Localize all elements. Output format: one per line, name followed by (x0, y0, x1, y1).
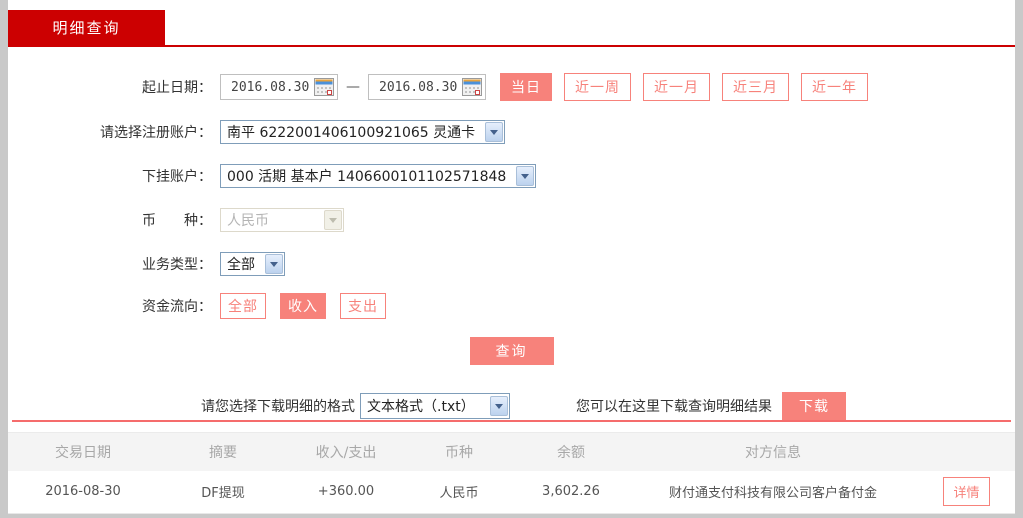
header-summary: 摘要 (158, 433, 288, 471)
download-format-select[interactable]: 文本格式（.txt） (360, 393, 510, 419)
business-type-value: 全部 (227, 254, 265, 274)
download-hint-text: 您可以在这里下载查询明细结果 (576, 396, 772, 416)
sub-account-row: 下挂账户： 000 活期 基本户 1406600101102571848 (8, 164, 1015, 188)
header-amount: 收入/支出 (288, 433, 404, 471)
query-form: 起止日期： — (8, 47, 1015, 420)
currency-select: 人民币 (220, 208, 344, 232)
fund-flow-row: 资金流向： 全部 收入 支出 (8, 293, 1015, 319)
results-table: 交易日期 摘要 收入/支出 币种 余额 对方信息 2016-08-30 DF提现… (8, 432, 1015, 514)
chevron-down-icon[interactable] (485, 122, 503, 142)
fund-flow-income-button[interactable]: 收入 (280, 293, 326, 319)
cell-currency: 人民币 (404, 471, 514, 514)
end-date-field[interactable] (368, 74, 486, 100)
sub-account-select[interactable]: 000 活期 基本户 1406600101102571848 (220, 164, 536, 188)
register-account-label: 请选择注册账户： (8, 122, 220, 142)
header-counterparty: 对方信息 (628, 433, 918, 471)
query-button[interactable]: 查询 (470, 337, 554, 365)
quick-range-today-button[interactable]: 当日 (500, 73, 552, 101)
calendar-icon[interactable] (462, 78, 482, 96)
header-action (918, 433, 1015, 471)
detail-button[interactable]: 详情 (943, 477, 989, 506)
query-row: 查询 (8, 337, 1015, 365)
fund-flow-label: 资金流向： (8, 296, 220, 316)
chevron-down-icon[interactable] (490, 396, 508, 416)
currency-row: 币 种： 人民币 (8, 208, 1015, 232)
fund-flow-all-button[interactable]: 全部 (220, 293, 266, 319)
date-range-dash: — (346, 79, 360, 95)
cell-trade-date: 2016-08-30 (8, 471, 158, 514)
end-date-input[interactable] (379, 80, 457, 95)
business-type-select[interactable]: 全部 (220, 252, 285, 276)
sub-account-value: 000 活期 基本户 1406600101102571848 (227, 166, 516, 186)
date-range-label: 起止日期： (8, 77, 220, 97)
register-account-row: 请选择注册账户： 南平 6222001406100921065 灵通卡 (8, 120, 1015, 144)
currency-value: 人民币 (227, 210, 279, 230)
currency-label: 币 种： (8, 210, 220, 230)
quick-range-quarter-button[interactable]: 近三月 (722, 73, 789, 101)
table-separator-line (12, 420, 1011, 422)
fund-flow-expense-button[interactable]: 支出 (340, 293, 386, 319)
start-date-input[interactable] (231, 80, 309, 95)
business-type-label: 业务类型： (8, 254, 220, 274)
tab-detail-query[interactable]: 明细查询 (8, 10, 165, 45)
quick-range-week-button[interactable]: 近一周 (564, 73, 631, 101)
register-account-select[interactable]: 南平 6222001406100921065 灵通卡 (220, 120, 505, 144)
header-trade-date: 交易日期 (8, 433, 158, 471)
table-header-row: 交易日期 摘要 收入/支出 币种 余额 对方信息 (8, 433, 1015, 471)
start-date-field[interactable] (220, 74, 338, 100)
chevron-down-icon[interactable] (265, 254, 283, 274)
header-currency: 币种 (404, 433, 514, 471)
cell-balance: 3,602.26 (514, 471, 628, 514)
cell-summary: DF提现 (158, 471, 288, 514)
tab-label: 明细查询 (52, 17, 120, 38)
download-button[interactable]: 下载 (782, 392, 846, 420)
sub-account-label: 下挂账户： (8, 166, 220, 186)
business-type-row: 业务类型： 全部 (8, 252, 1015, 276)
header-balance: 余额 (514, 433, 628, 471)
cell-amount: +360.00 (288, 471, 404, 514)
calendar-icon[interactable] (314, 78, 334, 96)
quick-range-year-button[interactable]: 近一年 (801, 73, 868, 101)
date-range-row: 起止日期： — (8, 73, 1015, 101)
cell-action: 详情 (918, 471, 1015, 514)
cell-counterparty: 财付通支付科技有限公司客户备付金 (628, 471, 918, 514)
download-format-label: 请您选择下载明细的格式 (201, 396, 355, 416)
chevron-down-icon (324, 210, 342, 230)
register-account-value: 南平 6222001406100921065 灵通卡 (227, 122, 485, 142)
quick-range-month-button[interactable]: 近一月 (643, 73, 710, 101)
download-row: 请您选择下载明细的格式 文本格式（.txt） 您可以在这里下载查询明细结果 下载 (8, 392, 1015, 420)
table-row: 2016-08-30 DF提现 +360.00 人民币 3,602.26 财付通… (8, 471, 1015, 514)
main-panel: 明细查询 起止日期： — (8, 0, 1015, 513)
download-format-value: 文本格式（.txt） (367, 396, 485, 416)
chevron-down-icon[interactable] (516, 166, 534, 186)
